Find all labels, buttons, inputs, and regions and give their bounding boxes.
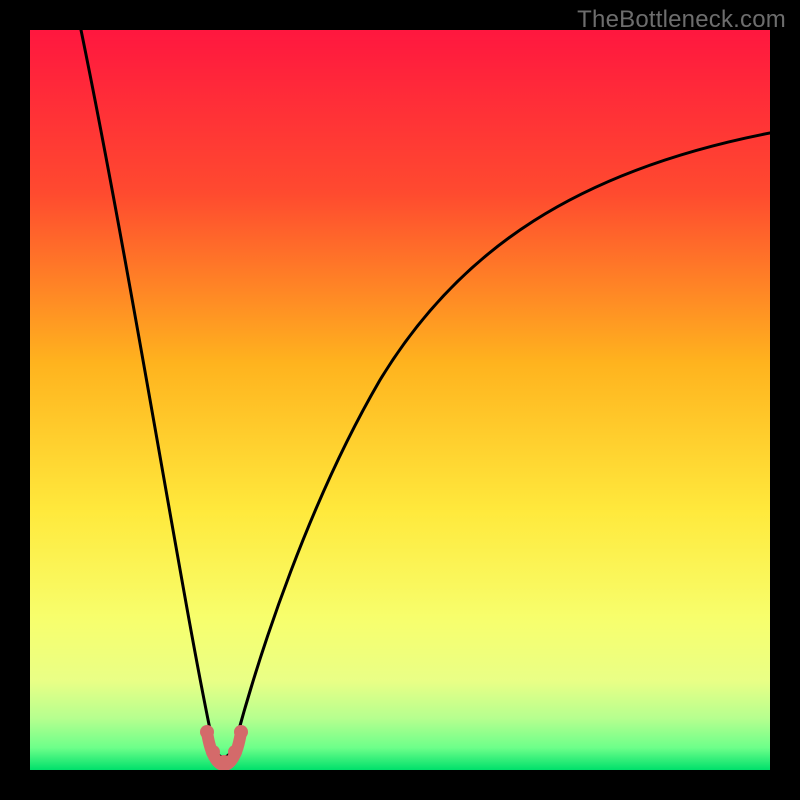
bottleneck-curve xyxy=(30,30,770,770)
valley-marker-dot xyxy=(217,755,231,769)
plot-area xyxy=(30,30,770,770)
valley-marker-dot xyxy=(206,745,220,759)
valley-marker-dot xyxy=(234,725,248,739)
valley-marker-dot xyxy=(228,745,242,759)
outer-frame: TheBottleneck.com xyxy=(0,0,800,800)
curve-left-branch xyxy=(81,30,213,744)
valley-marker-dot xyxy=(200,725,214,739)
watermark-text: TheBottleneck.com xyxy=(577,6,786,34)
curve-right-branch xyxy=(235,133,770,744)
